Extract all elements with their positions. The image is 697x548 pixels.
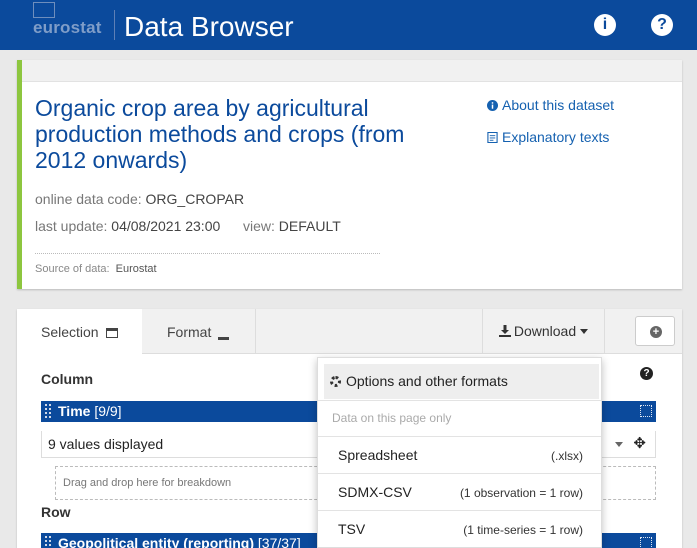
tab-selection[interactable]: Selection <box>17 309 142 354</box>
tab-format[interactable]: Format <box>142 309 256 354</box>
expand-icon[interactable] <box>640 537 652 548</box>
card-header-strip <box>22 60 682 82</box>
source-label: Source of data: <box>35 263 110 275</box>
dataset-title: Organic crop area by agricultural produc… <box>35 95 405 173</box>
online-code-value: ORG_CROPAR <box>145 191 245 207</box>
question-icon[interactable]: ? <box>640 367 653 380</box>
online-code: online data code: ORG_CROPAR <box>35 191 244 207</box>
drag-handle-icon[interactable] <box>45 404 51 418</box>
divider <box>35 253 380 254</box>
about-dataset-label: About this dataset <box>502 97 615 113</box>
menu-divider <box>318 510 601 511</box>
download-icon <box>498 325 511 337</box>
options-label: Options and other formats <box>346 373 508 389</box>
format-sdmx-csv-note: (1 observation = 1 row) <box>459 486 583 500</box>
geo-dimension-count: [37/37] <box>257 535 301 548</box>
app-title: Data Browser <box>124 11 294 42</box>
column-label: Column <box>41 371 94 387</box>
time-dimension-name: Time <box>58 403 91 419</box>
plus-circle-icon: + <box>650 326 662 338</box>
add-button[interactable]: + <box>635 316 675 346</box>
download-menu: Options and other formats Data on this p… <box>317 357 602 548</box>
drag-handle-icon[interactable] <box>45 536 51 548</box>
eu-flag-icon <box>33 2 55 18</box>
explanatory-texts-link[interactable]: Explanatory texts <box>487 129 609 145</box>
download-label: Download <box>513 323 577 339</box>
view-value: DEFAULT <box>278 218 341 234</box>
header-divider <box>114 10 115 40</box>
format-tsv-note: (1 time-series = 1 row) <box>463 523 583 537</box>
time-dimension-count: [9/9] <box>94 403 122 419</box>
view-label: view: <box>243 218 275 234</box>
last-update-value: 04/08/2021 23:00 <box>111 218 221 234</box>
last-update-label: last update: <box>35 218 108 234</box>
menu-divider <box>318 473 601 474</box>
options-other-formats[interactable]: Options and other formats <box>324 364 599 399</box>
document-icon <box>487 132 498 143</box>
window-icon <box>105 328 118 338</box>
format-spreadsheet-note: (.xlsx) <box>551 449 583 463</box>
online-code-label: online data code: <box>35 191 142 207</box>
menu-divider <box>318 436 601 437</box>
tab-format-label: Format <box>167 324 212 340</box>
minimize-icon <box>218 337 230 340</box>
info-icon[interactable]: i <box>594 14 616 36</box>
last-update: last update: 04/08/2021 23:00 <box>35 218 220 234</box>
gear-icon <box>330 376 341 387</box>
info-circle-icon <box>487 100 498 111</box>
menu-divider <box>318 400 601 401</box>
time-values-text: 9 values displayed <box>48 436 164 452</box>
move-icon[interactable]: ✥ <box>633 431 646 457</box>
tab-bar: Selection Format Download + <box>17 309 682 354</box>
source-value: Eurostat <box>115 263 157 275</box>
chevron-down-icon[interactable] <box>615 442 623 447</box>
geo-dimension-name: Geopolitical entity (reporting) <box>58 535 255 548</box>
eurostat-logo[interactable]: eurostat <box>33 2 107 38</box>
top-bar: eurostat Data Browser i ? <box>0 0 697 50</box>
tab-selection-label: Selection <box>41 324 99 340</box>
menu-hint: Data on this page only <box>332 411 452 425</box>
dataset-card: Organic crop area by agricultural produc… <box>17 60 682 289</box>
expand-icon[interactable] <box>640 405 652 417</box>
format-spreadsheet[interactable]: Spreadsheet <box>338 447 417 463</box>
about-dataset-link[interactable]: About this dataset <box>487 97 614 113</box>
row-label: Row <box>41 504 71 520</box>
format-sdmx-csv[interactable]: SDMX-CSV <box>338 484 412 500</box>
download-button[interactable]: Download <box>482 309 605 354</box>
caret-down-icon <box>580 329 589 334</box>
view-info: view: DEFAULT <box>243 218 341 234</box>
logo-text: eurostat <box>33 18 102 37</box>
explanatory-texts-label: Explanatory texts <box>502 129 610 145</box>
source-of-data: Source of data: Eurostat <box>35 263 157 275</box>
format-tsv[interactable]: TSV <box>338 521 365 537</box>
help-icon[interactable]: ? <box>651 14 673 36</box>
